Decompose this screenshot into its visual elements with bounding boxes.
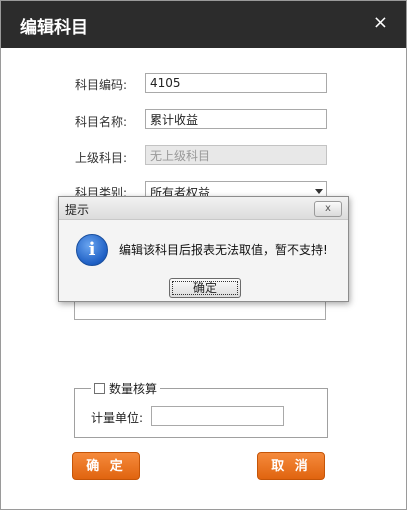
- quantity-accounting-label: 数量核算: [109, 382, 158, 396]
- chevron-down-icon: [315, 189, 323, 194]
- dialog-titlebar: 提示 x: [59, 197, 348, 220]
- unit-input[interactable]: [151, 406, 284, 426]
- dialog-title: 提示: [65, 203, 90, 217]
- dialog-ok-button[interactable]: 确定: [169, 278, 241, 298]
- account-code-label: 科目编码:: [74, 78, 127, 92]
- account-name-input[interactable]: [145, 109, 327, 129]
- window-title: 编辑科目: [20, 18, 88, 38]
- window-titlebar: 编辑科目 ×: [1, 1, 406, 48]
- close-icon[interactable]: ×: [373, 13, 388, 33]
- parent-account-input: [145, 145, 327, 165]
- unit-label: 计量单位:: [91, 411, 144, 425]
- info-icon: i: [76, 234, 108, 266]
- quantity-accounting-legend: 数量核算: [91, 380, 161, 397]
- account-name-label: 科目名称:: [74, 115, 127, 129]
- prompt-dialog: 提示 x i 编辑该科目后报表无法取值，暂不支持! 确定: [58, 196, 349, 302]
- cancel-button[interactable]: 取 消: [257, 452, 325, 480]
- quantity-accounting-group: 数量核算 计量单位:: [74, 380, 328, 438]
- account-code-input[interactable]: [145, 73, 327, 93]
- dialog-message: 编辑该科目后报表无法取值，暂不支持!: [119, 243, 328, 257]
- edit-account-window: 编辑科目 × 科目编码: 科目名称: 上级科目: 科目类别: 所有者权益 数量核…: [0, 0, 407, 510]
- quantity-accounting-checkbox[interactable]: [94, 383, 105, 394]
- parent-account-label: 上级科目:: [74, 151, 127, 165]
- confirm-button[interactable]: 确 定: [72, 452, 140, 480]
- dialog-close-icon[interactable]: x: [314, 201, 342, 217]
